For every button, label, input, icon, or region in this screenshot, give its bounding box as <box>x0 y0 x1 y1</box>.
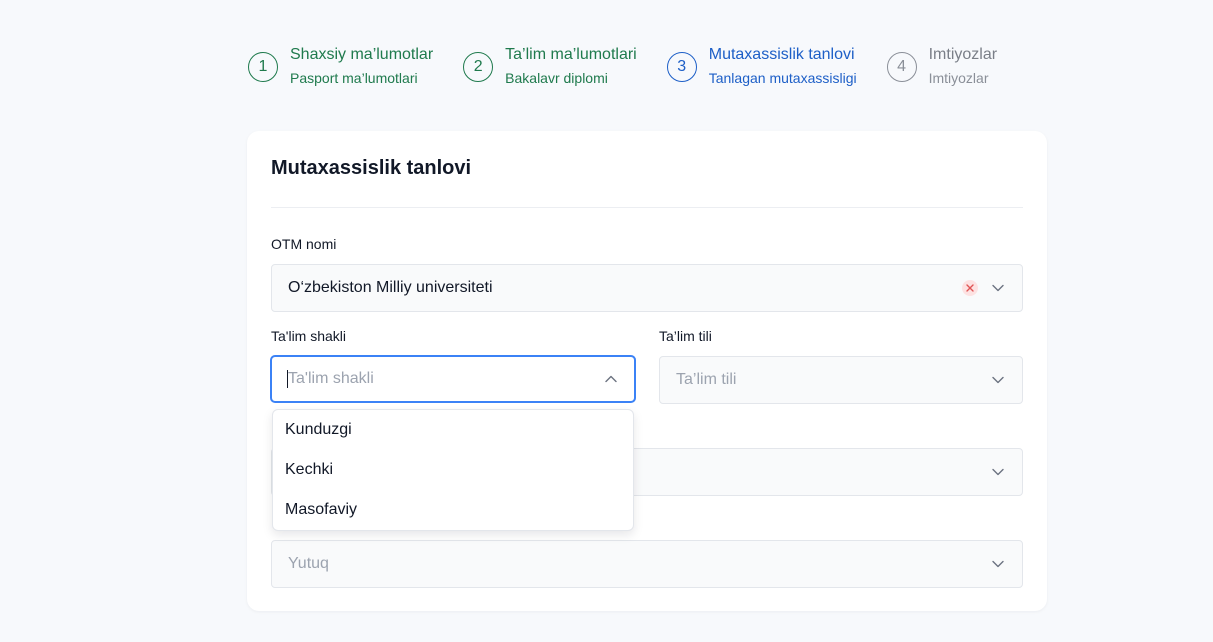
divider <box>271 207 1023 208</box>
option-masofaviy[interactable]: Masofaviy <box>273 490 633 530</box>
step-1-subtitle: Pasport ma’lumotlari <box>290 70 418 86</box>
talim-tili-placeholder: Ta’lim tili <box>676 371 737 388</box>
step-1-title: Shaxsiy ma’lumotlar <box>290 46 434 63</box>
step-1[interactable]: 1 Shaxsiy ma’lumotlar Pasport ma’lumotla… <box>248 44 433 87</box>
step-2-title: Ta’lim ma’lumotlari <box>505 46 637 63</box>
talim-shakli-dropdown: Kunduzgi Kechki Masofaviy <box>272 409 634 531</box>
talim-tili-label: Ta’lim tili <box>659 328 712 344</box>
step-3[interactable]: 3 Mutaxassislik tanlovi Tanlagan mutaxas… <box>666 44 857 87</box>
option-kechki[interactable]: Kechki <box>273 450 633 490</box>
yutuq-placeholder: Yutuq <box>288 555 329 572</box>
yutuq-select[interactable]: Yutuq <box>271 540 1023 588</box>
clear-icon[interactable] <box>962 280 978 296</box>
step-4-subtitle: Imtiyozlar <box>928 70 989 86</box>
form-card: Mutaxassislik tanlovi OTM nomi O‘zbekist… <box>247 131 1047 611</box>
talim-shakli-label: Ta'lim shakli <box>271 328 347 344</box>
chevron-down-icon <box>990 556 1006 572</box>
step-2[interactable]: 2 Ta’lim ma’lumotlari Bakalavr diplomi <box>463 44 637 87</box>
form-title: Mutaxassislik tanlovi <box>271 157 472 179</box>
otm-select[interactable]: O‘zbekiston Milliy universiteti <box>271 264 1023 312</box>
stepper: 1 Shaxsiy ma’lumotlar Pasport ma’lumotla… <box>248 44 997 87</box>
chevron-down-icon <box>990 372 1006 388</box>
otm-label: OTM nomi <box>271 236 337 252</box>
page: 1 Shaxsiy ma’lumotlar Pasport ma’lumotla… <box>0 0 1213 642</box>
step-3-number: 3 <box>666 52 697 82</box>
step-4-title: Imtiyozlar <box>928 46 998 63</box>
talim-shakli-placeholder: Ta'lim shakli <box>288 370 374 387</box>
talim-shakli-select[interactable]: Ta'lim shakli <box>270 355 636 403</box>
step-2-number: 2 <box>463 52 494 82</box>
step-4[interactable]: 4 Imtiyozlar Imtiyozlar <box>886 44 998 87</box>
otm-value: O‘zbekiston Milliy universiteti <box>288 279 493 296</box>
step-4-number: 4 <box>886 52 917 82</box>
step-3-title: Mutaxassislik tanlovi <box>708 46 855 63</box>
option-kunduzgi[interactable]: Kunduzgi <box>273 410 633 450</box>
chevron-down-icon <box>990 280 1006 296</box>
talim-tili-select[interactable]: Ta’lim tili <box>659 356 1023 404</box>
chevron-up-icon <box>603 371 619 387</box>
step-2-subtitle: Bakalavr diplomi <box>505 70 608 86</box>
chevron-down-icon <box>990 464 1006 480</box>
step-1-number: 1 <box>248 52 278 82</box>
step-3-subtitle: Tanlagan mutaxassisligi <box>708 70 857 86</box>
